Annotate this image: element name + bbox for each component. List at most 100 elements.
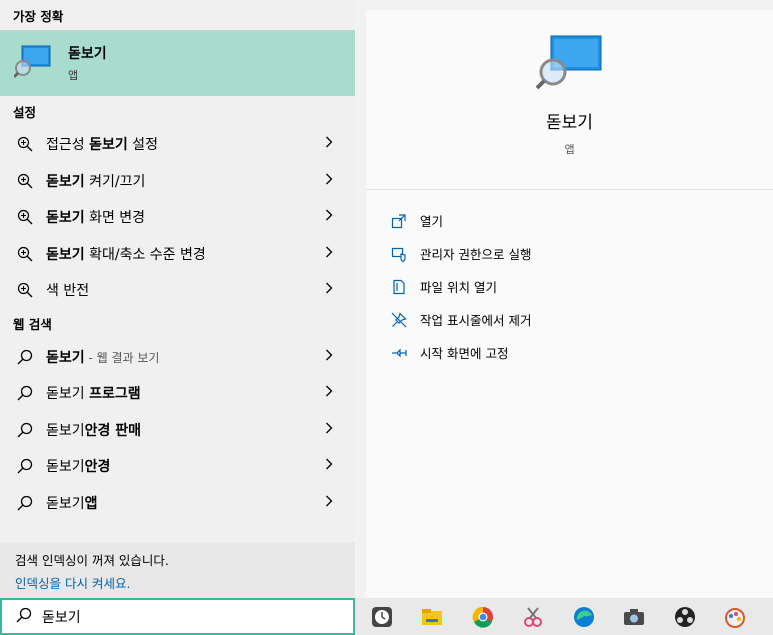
web-search-text: 돋보기 (46, 495, 85, 512)
action-label: 열기 (420, 214, 444, 229)
web-search-item[interactable]: 돋보기 프로그램 (0, 375, 355, 412)
zoom-in-icon (16, 281, 34, 299)
chevron-right-icon[interactable] (325, 173, 333, 189)
camera-icon[interactable] (622, 604, 648, 630)
chevron-right-icon[interactable] (325, 349, 333, 365)
search-icon (16, 384, 34, 402)
settings-item-label: 색 반전 (46, 280, 89, 300)
paint-icon[interactable] (723, 604, 749, 630)
zoom-in-icon (16, 208, 34, 226)
web-search-label: 돋보기 - 웹 결과 보기 (46, 347, 159, 367)
settings-item-label: 돋보기 확대/축소 수준 변경 (46, 244, 206, 264)
snipping-tool-icon[interactable] (521, 604, 547, 630)
magnifier-app-icon (12, 44, 52, 82)
search-icon (16, 421, 34, 439)
action-item[interactable]: 파일 위치 열기 (366, 270, 773, 303)
obs-icon[interactable] (672, 604, 698, 630)
settings-item-label: 돋보기 화면 변경 (46, 207, 145, 227)
best-match-subtitle: 앱 (68, 69, 79, 82)
search-input[interactable] (42, 608, 322, 625)
best-match-header: 가장 정확 (13, 8, 64, 24)
settings-item-bold: 돋보기 (46, 173, 85, 190)
index-notice: 검색 인덱싱이 꺼져 있습니다. 인덱싱을 다시 켜세요. (0, 542, 355, 598)
chevron-right-icon[interactable] (325, 458, 333, 474)
chevron-right-icon[interactable] (325, 246, 333, 262)
action-item[interactable]: 관리자 권한으로 실행 (366, 237, 773, 270)
settings-list: 접근성 돋보기 설정 돋보기 켜기/끄기 돋보기 화면 변경 돋보기 확대/축소 수준… (0, 126, 355, 309)
action-label: 관리자 권한으로 실행 (420, 247, 532, 262)
index-notice-text: 검색 인덱싱이 꺼져 있습니다. (15, 553, 169, 568)
web-search-hint: - 웹 결과 보기 (84, 350, 160, 365)
zoom-in-icon (16, 245, 34, 263)
action-label: 파일 위치 열기 (420, 280, 497, 295)
chevron-right-icon[interactable] (325, 385, 333, 401)
search-box[interactable] (0, 598, 355, 635)
search-icon (16, 607, 32, 627)
file-location-icon (390, 278, 408, 296)
settings-header: 설정 (13, 104, 37, 120)
action-label: 시작 화면에 고정 (420, 346, 509, 361)
chevron-right-icon[interactable] (325, 136, 333, 152)
preview-pane: 돋보기 앱 열기관리자 권한으로 실행파일 위치 열기작업 표시줄에서 제거시작… (366, 10, 773, 598)
settings-item-bold: 돋보기 (46, 246, 85, 263)
zoom-in-icon (16, 172, 34, 190)
chrome-icon[interactable] (470, 604, 496, 630)
settings-item-bold: 돋보기 (46, 210, 85, 227)
web-search-bold: 앱 (84, 495, 98, 512)
search-icon (16, 457, 34, 475)
search-icon (16, 494, 34, 512)
chevron-right-icon[interactable] (325, 422, 333, 438)
web-search-label: 돋보기안경 판매 (46, 420, 141, 440)
web-search-bold: 프로그램 (89, 386, 141, 403)
preview-title: 돋보기 (546, 113, 593, 133)
settings-item[interactable]: 돋보기 켜기/끄기 (0, 163, 355, 200)
settings-item-bold: 돋보기 (89, 137, 128, 154)
chevron-right-icon[interactable] (325, 282, 333, 298)
settings-item-text: 접근성 (46, 137, 90, 154)
settings-item-text: 확대/축소 수준 변경 (84, 246, 206, 263)
action-label: 작업 표시줄에서 제거 (420, 313, 532, 328)
open-icon (390, 212, 408, 230)
unpin-taskbar-icon (390, 311, 408, 329)
file-explorer-icon[interactable] (420, 604, 446, 630)
taskbar (355, 598, 773, 635)
web-search-bold: 안경 (84, 459, 111, 476)
settings-item[interactable]: 돋보기 화면 변경 (0, 199, 355, 236)
web-search-text: 돋보기 (46, 459, 85, 476)
settings-item-text: 색 반전 (46, 283, 90, 300)
settings-item[interactable]: 돋보기 확대/축소 수준 변경 (0, 236, 355, 273)
edge-icon[interactable] (571, 604, 597, 630)
settings-item-text: 화면 변경 (84, 210, 146, 227)
settings-item-label: 돋보기 켜기/끄기 (46, 171, 145, 191)
web-search-label: 돋보기 프로그램 (46, 383, 141, 403)
web-search-label: 돋보기안경 (46, 456, 110, 476)
web-search-list: 돋보기 - 웹 결과 보기 돋보기 프로그램 돋보기안경 판매 돋보기안경 돋보기앱 (0, 339, 355, 522)
clock-app-icon[interactable] (369, 604, 395, 630)
chevron-right-icon[interactable] (325, 209, 333, 225)
best-match-item[interactable]: 돋보기 앱 (0, 30, 355, 96)
action-list: 열기관리자 권한으로 실행파일 위치 열기작업 표시줄에서 제거시작 화면에 고… (366, 190, 773, 369)
preview-subtitle: 앱 (564, 143, 575, 156)
enable-indexing-link[interactable]: 인덱싱을 다시 켜세요. (15, 573, 355, 592)
settings-item-text: 켜기/끄기 (84, 173, 146, 190)
action-item[interactable]: 열기 (366, 204, 773, 237)
search-icon (16, 348, 34, 366)
web-search-item[interactable]: 돋보기안경 판매 (0, 412, 355, 449)
settings-item-text: 설정 (127, 137, 158, 154)
action-item[interactable]: 작업 표시줄에서 제거 (366, 303, 773, 336)
magnifier-app-large-icon (535, 34, 605, 94)
web-search-text: 돋보기 (46, 386, 90, 403)
chevron-right-icon[interactable] (325, 495, 333, 511)
web-search-item[interactable]: 돋보기안경 (0, 448, 355, 485)
settings-item[interactable]: 접근성 돋보기 설정 (0, 126, 355, 163)
web-search-text: 돋보기 (46, 349, 85, 366)
web-search-text: 돋보기 (46, 422, 85, 439)
web-search-item[interactable]: 돋보기 - 웹 결과 보기 (0, 339, 355, 376)
pin-start-icon (390, 344, 408, 362)
settings-item-label: 접근성 돋보기 설정 (46, 134, 158, 154)
web-search-item[interactable]: 돋보기앱 (0, 485, 355, 522)
zoom-in-icon (16, 135, 34, 153)
web-search-header: 웹 검색 (13, 317, 52, 332)
settings-item[interactable]: 색 반전 (0, 272, 355, 309)
action-item[interactable]: 시작 화면에 고정 (366, 336, 773, 369)
